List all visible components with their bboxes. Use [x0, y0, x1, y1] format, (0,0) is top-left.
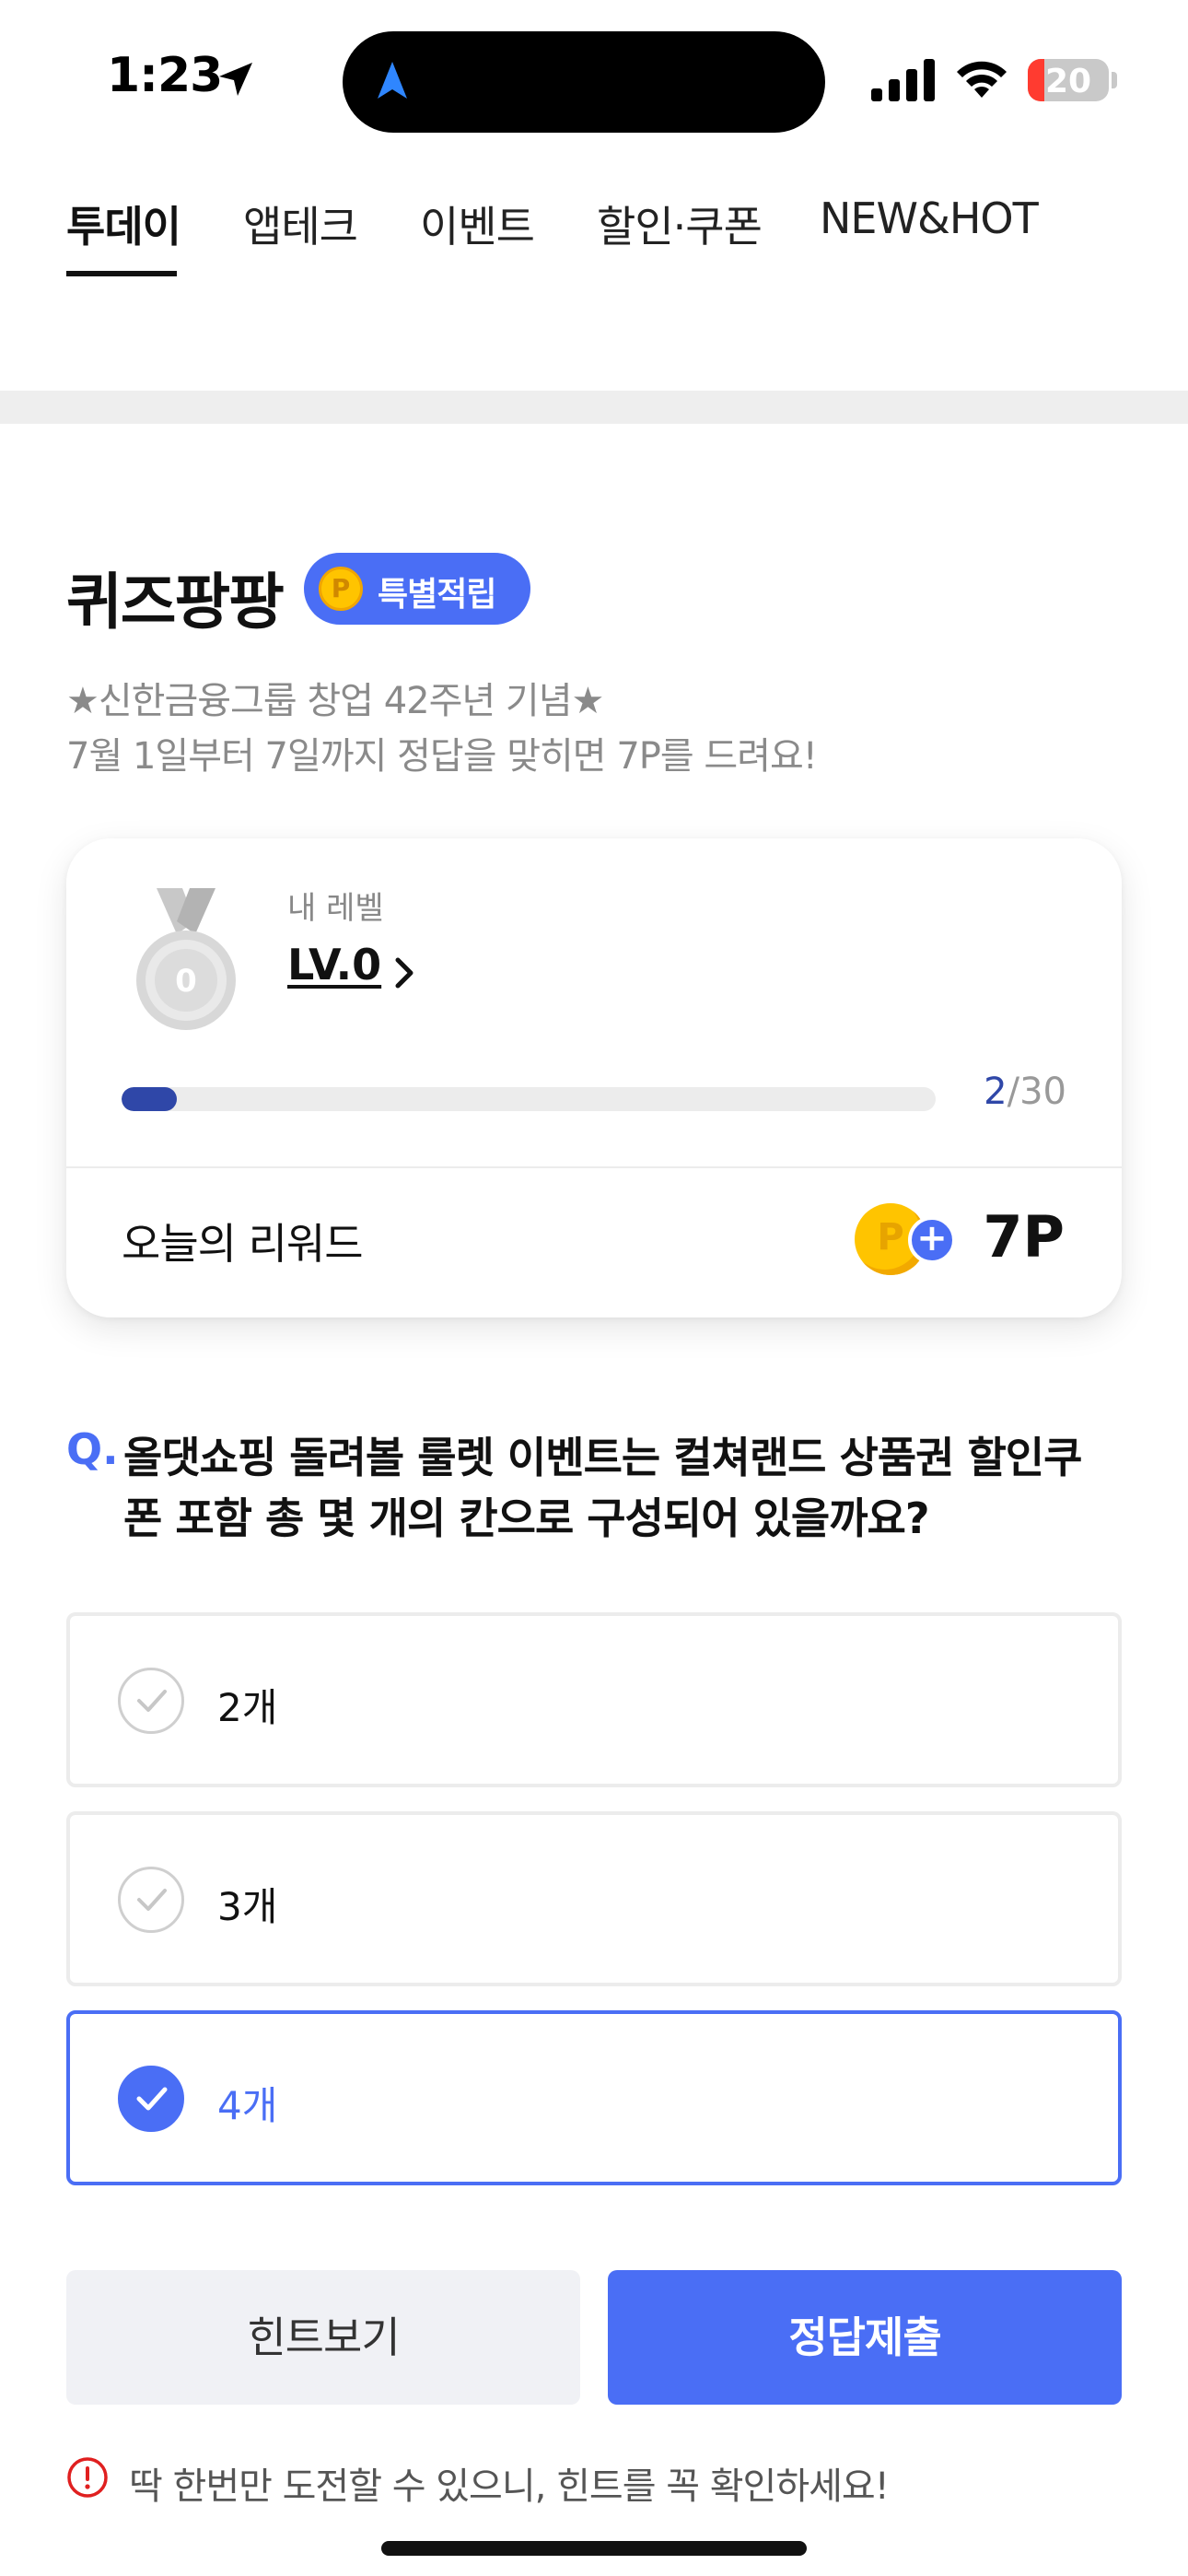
- medal-number: 0: [175, 963, 197, 1000]
- check-circle-filled-icon: [118, 2066, 184, 2132]
- dynamic-island: [343, 31, 825, 133]
- card-divider: [66, 1166, 1122, 1168]
- wifi-icon: [957, 61, 1007, 98]
- location-arrow-icon: [219, 63, 252, 96]
- question-text-line1: 올댓쇼핑 돌려볼 룰렛 이벤트는 컬쳐랜드 상품권 할인쿠: [123, 1433, 1082, 1482]
- reward-value: 7P: [983, 1203, 1065, 1270]
- answer-option-label: 3개: [217, 1884, 278, 1929]
- hint-button[interactable]: 힌트보기: [66, 2270, 580, 2405]
- coin-icon: P: [319, 567, 363, 611]
- top-tabs: 투데이 앱테크 이벤트 할인·쿠폰 NEW&HOT: [0, 184, 1188, 286]
- tab-event[interactable]: 이벤트: [420, 193, 535, 254]
- answer-option[interactable]: 2개: [66, 1612, 1122, 1787]
- cellular-signal-icon: [871, 59, 935, 101]
- level-link[interactable]: LV.0: [287, 940, 381, 989]
- plus-icon: +: [908, 1216, 956, 1264]
- navigation-arrow-icon: [378, 62, 407, 99]
- tab-discount-coupon[interactable]: 할인·쿠폰: [597, 193, 763, 254]
- progress-total: /30: [1007, 1071, 1066, 1113]
- check-circle-icon: [118, 1867, 184, 1933]
- level-progress-bar: [122, 1087, 936, 1111]
- quiz-subtitle-line1: ★신한금융그룹 창업 42주년 기념★: [66, 680, 604, 722]
- special-points-badge: P 특별적립: [304, 553, 530, 625]
- battery-indicator: 20: [1028, 59, 1117, 101]
- question-marker: Q.: [66, 1424, 119, 1474]
- active-tab-indicator: [66, 271, 177, 276]
- chevron-right-icon[interactable]: [390, 954, 418, 991]
- tab-today[interactable]: 투데이: [66, 193, 181, 254]
- level-progress-text: 2/30: [984, 1071, 1066, 1113]
- status-bar: 1:23 20: [0, 0, 1188, 157]
- tab-apptech[interactable]: 앱테크: [243, 193, 358, 254]
- quiz-title: 퀴즈팡팡: [66, 567, 285, 638]
- battery-level: 20: [1044, 63, 1092, 100]
- check-circle-icon: [118, 1668, 184, 1734]
- question-text-line2: 폰 포함 총 몇 개의 칸으로 구성되어 있을까요?: [123, 1493, 930, 1543]
- submit-answer-button[interactable]: 정답제출: [608, 2270, 1122, 2405]
- level-progress-fill: [122, 1087, 177, 1111]
- status-time: 1:23: [107, 48, 223, 103]
- answer-option[interactable]: 3개: [66, 1811, 1122, 1986]
- home-indicator[interactable]: [381, 2541, 807, 2556]
- tab-new-hot[interactable]: NEW&HOT: [820, 193, 1039, 243]
- answer-option-selected[interactable]: 4개: [66, 2010, 1122, 2185]
- level-card: 0 내 레벨 LV.0 2/30 오늘의 리워드 P + 7P: [66, 838, 1122, 1317]
- section-divider: [0, 391, 1188, 424]
- medal-icon: 0: [136, 888, 236, 1030]
- alert-circle-icon: [67, 2457, 108, 2498]
- notice-text: 딱 한번만 도전할 수 있으니, 힌트를 꼭 확인하세요!: [129, 2465, 890, 2508]
- answer-option-label: 4개: [217, 2083, 278, 2128]
- progress-current: 2: [984, 1071, 1007, 1113]
- quiz-subtitle-line2: 7월 1일부터 7일까지 정답을 맞히면 7P를 드려요!: [66, 735, 818, 778]
- answer-option-label: 2개: [217, 1685, 278, 1730]
- level-caption: 내 레벨: [287, 890, 384, 927]
- reward-label: 오늘의 리워드: [122, 1219, 364, 1269]
- badge-label: 특별적립: [378, 576, 496, 614]
